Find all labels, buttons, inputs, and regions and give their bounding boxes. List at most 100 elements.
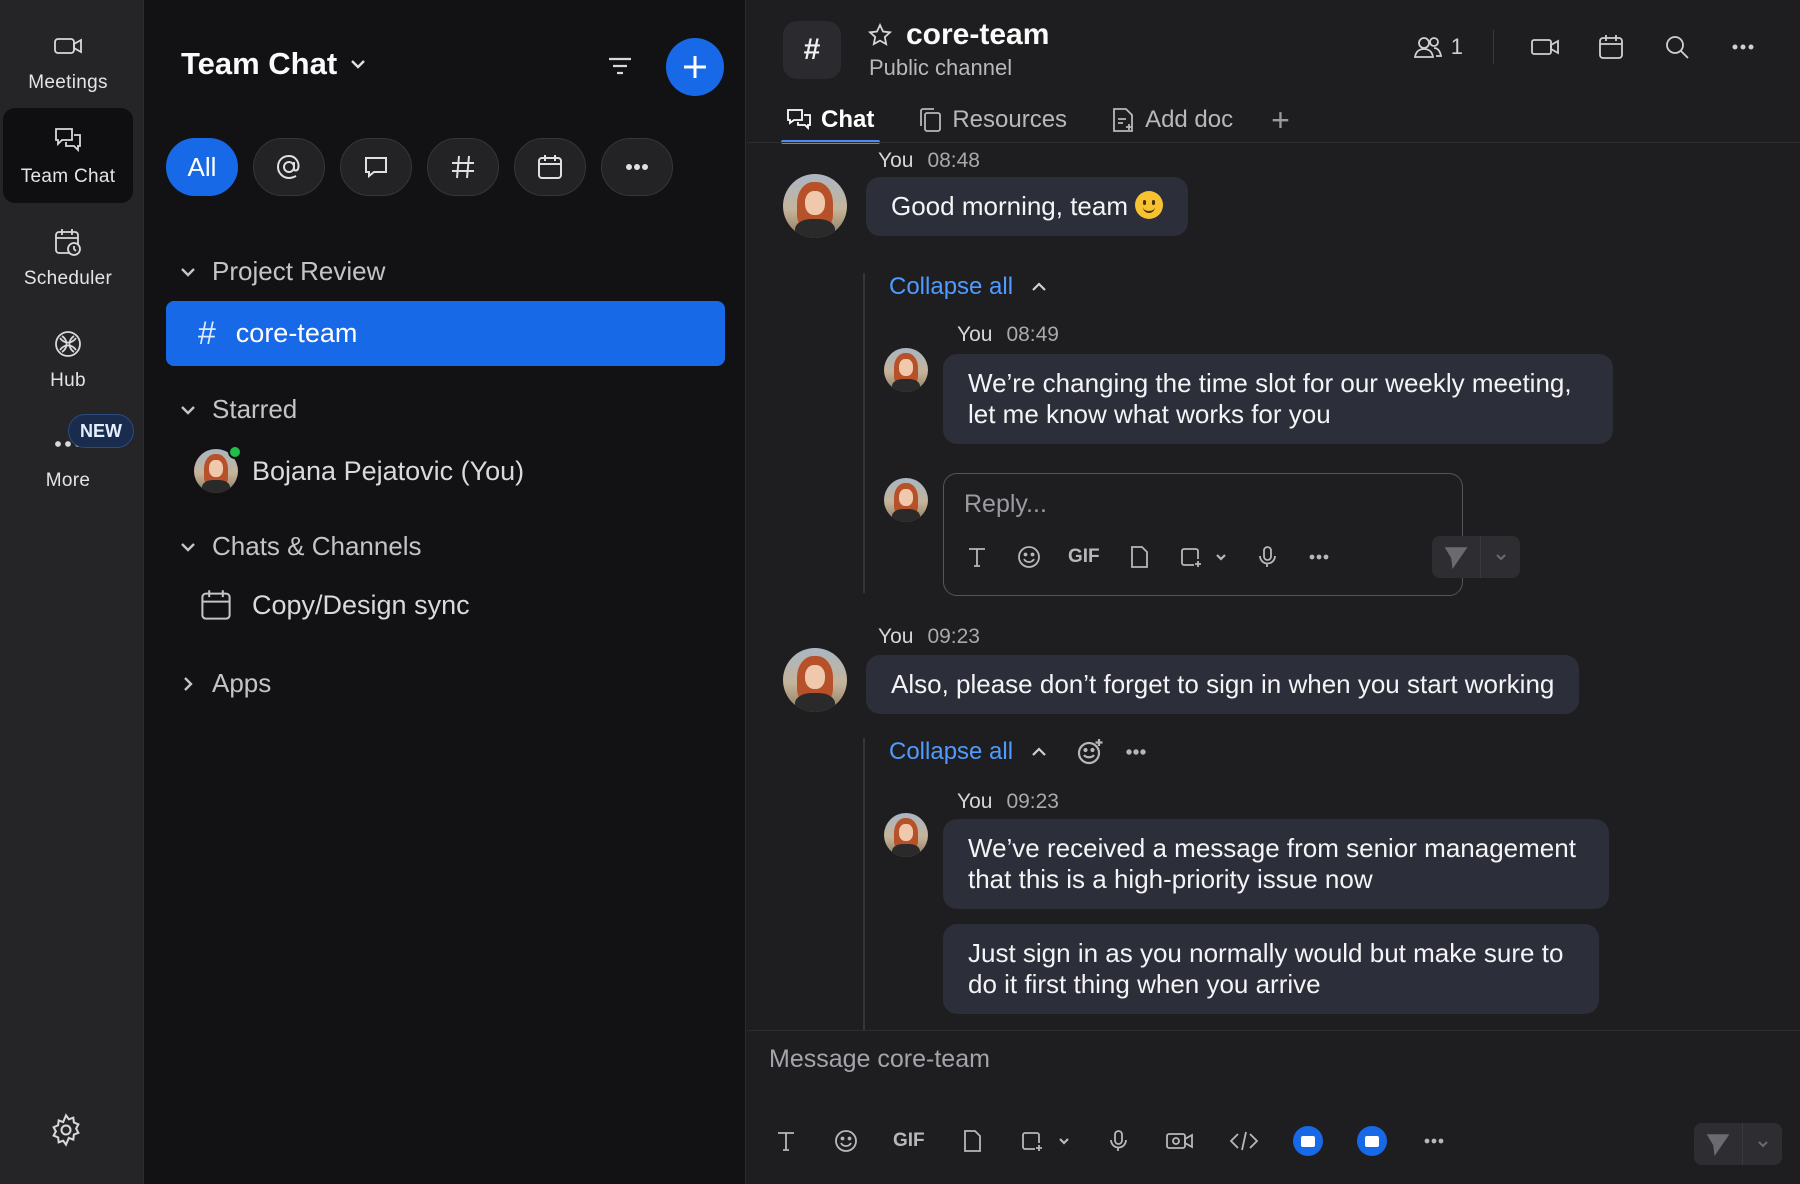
tab-add-doc[interactable]: Add doc — [1109, 106, 1233, 134]
send-button[interactable] — [1432, 536, 1480, 578]
attach-file-button[interactable] — [1126, 544, 1152, 570]
message-bubble[interactable]: Good morning, team — [866, 177, 1189, 236]
video-message-button[interactable] — [1165, 1128, 1195, 1154]
rail-item-team-chat[interactable]: Team Chat — [3, 108, 133, 203]
channel-hash-icon: # — [783, 21, 841, 79]
rail-item-hub[interactable]: Hub — [3, 312, 133, 407]
star-button[interactable] — [867, 22, 893, 48]
add-reaction-button[interactable] — [1075, 737, 1105, 767]
tab-chat[interactable]: Chat — [780, 106, 881, 144]
code-snippet-button[interactable] — [1229, 1128, 1259, 1154]
chevron-down-icon — [181, 267, 195, 277]
send-group — [1694, 1123, 1782, 1165]
sidebar-item-bojana[interactable]: Bojana Pejatovic (You) — [194, 445, 525, 493]
thread-line — [863, 273, 865, 593]
screenshot-button[interactable] — [1178, 544, 1228, 570]
file-icon — [1130, 546, 1148, 568]
reply-bubble[interactable]: Just sign in as you normally would but m… — [943, 924, 1599, 1014]
tab-resources[interactable]: Resources — [916, 106, 1067, 134]
message-line: We’ve received a message from senior man… — [968, 833, 1576, 863]
collapse-thread-button[interactable]: Collapse all — [889, 273, 1049, 301]
message-author: You — [957, 323, 993, 346]
video-camera-icon — [54, 37, 82, 54]
channel-title[interactable]: core-team — [906, 18, 1049, 52]
more-options-button[interactable] — [1728, 32, 1758, 62]
send-options-button[interactable] — [1742, 1123, 1782, 1165]
zoom-app-icon[interactable] — [1356, 1126, 1387, 1156]
sidebar-item-copy-design-sync[interactable]: Copy/Design sync — [194, 588, 470, 622]
filter-more[interactable] — [601, 138, 673, 196]
members-button[interactable]: 1 — [1413, 32, 1463, 62]
emoji-button[interactable] — [1016, 544, 1042, 570]
attach-file-button[interactable] — [959, 1128, 985, 1154]
hash-icon: # — [198, 315, 216, 351]
app-integration-icon[interactable] — [1292, 1126, 1323, 1156]
calendar-icon — [538, 155, 562, 179]
avatar — [884, 813, 928, 857]
avatar — [884, 348, 928, 392]
message-line: Just sign in as you normally would but m… — [968, 938, 1564, 968]
left-rail: Meetings Team Chat Scheduler Hub More NE… — [0, 0, 143, 1184]
message-line: We’re changing the time slot for our wee… — [968, 368, 1572, 398]
filter-chats[interactable] — [340, 138, 412, 196]
send-options-button[interactable] — [1480, 536, 1520, 578]
microphone-icon — [1258, 546, 1276, 567]
settings-button[interactable] — [48, 1112, 88, 1152]
voice-message-button[interactable] — [1105, 1128, 1131, 1154]
chevron-up-icon — [1032, 747, 1046, 756]
filter-meetings[interactable] — [514, 138, 586, 196]
thread-more-button[interactable] — [1121, 737, 1151, 767]
filter-channels[interactable] — [427, 138, 499, 196]
section-project-review[interactable]: Project Review — [178, 256, 385, 287]
team-chat-title-dropdown[interactable]: Team Chat — [181, 46, 369, 82]
send-button[interactable] — [1694, 1123, 1742, 1165]
more-options-button[interactable] — [1421, 1128, 1447, 1154]
new-chat-button[interactable] — [666, 38, 724, 96]
reply-bubble[interactable]: We’re changing the time slot for our wee… — [943, 354, 1613, 444]
message-meta: You 09:23 — [878, 625, 980, 649]
filter-all[interactable]: All — [166, 138, 238, 196]
emoji-button[interactable] — [833, 1128, 859, 1154]
filter-mentions[interactable] — [253, 138, 325, 196]
sidebar-item-core-team[interactable]: # core-team — [166, 301, 725, 366]
format-text-button[interactable] — [773, 1128, 799, 1154]
collapse-thread-button[interactable]: Collapse all — [889, 737, 1151, 767]
screenshot-button[interactable] — [1019, 1128, 1071, 1154]
reply-bubble[interactable]: We’ve received a message from senior man… — [943, 819, 1609, 909]
gif-button[interactable]: GIF — [893, 1130, 925, 1152]
composer-toolbar: GIF — [773, 1126, 1447, 1156]
message-author: You — [878, 625, 914, 648]
message-list: You 08:48 Good morning, team Collapse all… — [747, 143, 1800, 1030]
rail-item-meetings[interactable]: Meetings — [3, 14, 133, 109]
video-call-button[interactable] — [1530, 32, 1560, 62]
gif-button[interactable]: GIF — [1068, 546, 1100, 568]
search-button[interactable] — [1662, 32, 1692, 62]
section-label: Apps — [212, 668, 272, 698]
plus-icon — [684, 56, 706, 78]
format-text-button[interactable] — [964, 544, 990, 570]
contact-label: Bojana Pejatovic (You) — [252, 455, 525, 486]
search-icon — [1666, 36, 1689, 59]
chat-bubble-icon — [365, 157, 387, 179]
section-label: Project Review — [212, 256, 386, 286]
online-status-dot — [228, 445, 242, 459]
rail-item-scheduler[interactable]: Scheduler — [3, 210, 133, 305]
section-chats-channels[interactable]: Chats & Channels — [178, 531, 422, 562]
message-composer[interactable]: Message core-team GIF — [747, 1030, 1800, 1184]
section-apps[interactable]: Apps — [178, 668, 271, 699]
voice-message-button[interactable] — [1254, 544, 1280, 570]
send-icon — [1706, 1134, 1730, 1156]
section-starred[interactable]: Starred — [178, 394, 297, 425]
reply-toolbar: GIF — [964, 544, 1332, 570]
message-line: do it first thing when you arrive — [968, 969, 1321, 999]
rail-label: Team Chat — [20, 165, 116, 187]
message-bubble[interactable]: Also, please don’t forget to sign in whe… — [866, 655, 1580, 714]
more-options-button[interactable] — [1306, 544, 1332, 570]
text-format-icon — [969, 548, 985, 567]
microphone-icon — [1109, 1130, 1127, 1151]
filter-button[interactable] — [604, 50, 642, 84]
video-camera-icon — [1531, 39, 1559, 55]
add-tab-button[interactable]: + — [1271, 102, 1290, 139]
reply-input[interactable]: Reply... GIF — [943, 473, 1520, 596]
schedule-button[interactable] — [1596, 32, 1626, 62]
